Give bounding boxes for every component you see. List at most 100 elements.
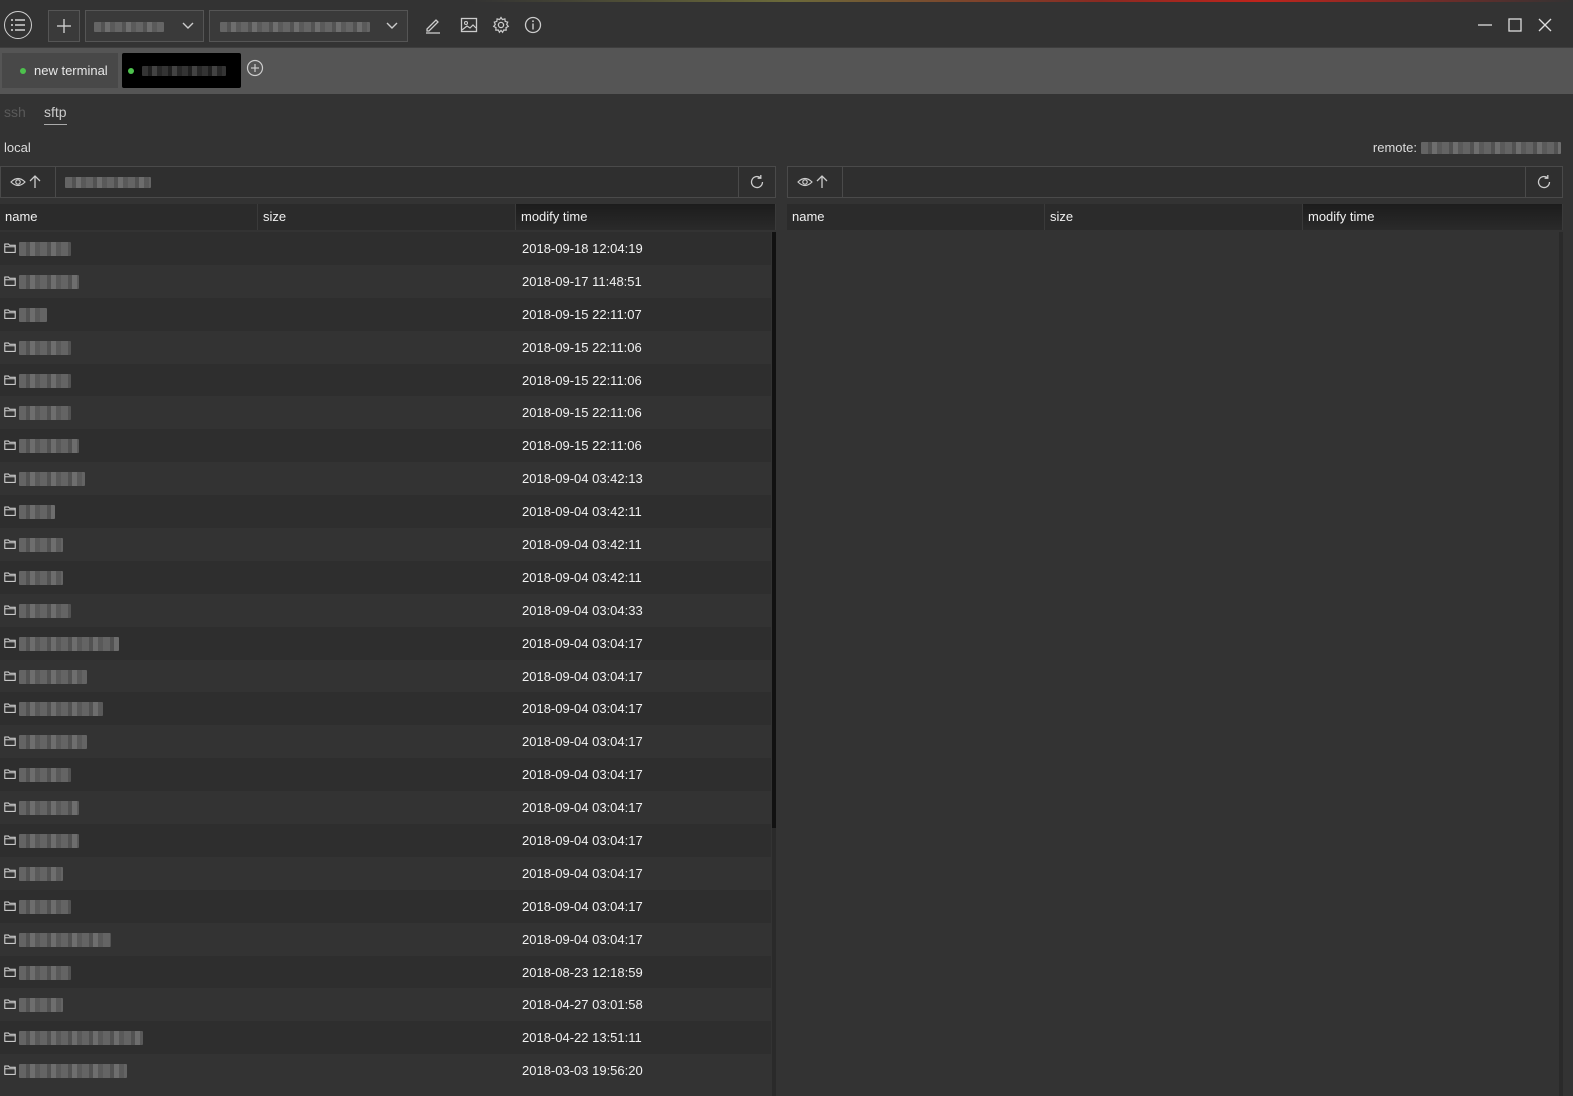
- file-name: [19, 373, 71, 388]
- table-row[interactable]: 2018-09-15 22:11:07: [0, 297, 771, 331]
- remote-label-group: remote:: [1373, 140, 1561, 155]
- folder-icon: [4, 1032, 16, 1043]
- file-name: [19, 1031, 143, 1046]
- file-modify-time: 2018-04-27 03:01:58: [522, 997, 643, 1013]
- table-row[interactable]: 2018-09-15 22:11:06: [0, 429, 771, 463]
- table-row[interactable]: 2018-09-04 03:04:17: [0, 791, 771, 825]
- folder-icon: [4, 243, 16, 253]
- folder-icon: [4, 802, 16, 813]
- minimize-button[interactable]: [1475, 15, 1495, 35]
- tab-sftp[interactable]: sftp: [44, 104, 67, 125]
- column-header-name[interactable]: name: [787, 204, 1045, 230]
- file-modify-time: 2018-09-17 11:48:51: [522, 273, 642, 289]
- add-tab-button[interactable]: [246, 59, 264, 77]
- local-path-tools: [1, 167, 56, 197]
- file-modify-time: 2018-09-04 03:42:11: [522, 504, 642, 520]
- file-modify-time: 2018-09-04 03:42:11: [522, 569, 642, 585]
- table-row[interactable]: 2018-04-27 03:01:58: [0, 988, 771, 1022]
- table-row[interactable]: 2018-04-22 13:51:11: [0, 1021, 771, 1055]
- maximize-button[interactable]: [1505, 15, 1525, 35]
- file-name: [19, 702, 103, 717]
- file-name: [19, 307, 47, 322]
- table-row[interactable]: 2018-09-04 03:04:17: [0, 626, 771, 660]
- table-row[interactable]: 2018-09-04 03:04:17: [0, 692, 771, 726]
- go-parent-button[interactable]: [28, 175, 42, 189]
- folder-icon: [4, 440, 16, 451]
- column-header-name[interactable]: name: [0, 204, 258, 230]
- mode-tabs: ssh sftp: [0, 94, 1573, 134]
- settings-button[interactable]: [491, 15, 511, 35]
- status-dot: [128, 67, 134, 74]
- info-button[interactable]: [523, 15, 543, 35]
- folder-icon: [4, 868, 16, 878]
- file-name: [19, 932, 111, 947]
- tab-new-terminal[interactable]: new terminal: [2, 53, 118, 88]
- table-row[interactable]: 2018-09-17 11:48:51: [0, 264, 771, 298]
- local-scrollbar[interactable]: [772, 232, 776, 828]
- table-row[interactable]: 2018-09-04 03:42:11: [0, 495, 771, 529]
- table-row[interactable]: 2018-09-04 03:42:11: [0, 528, 771, 561]
- image-button[interactable]: [459, 15, 479, 35]
- tab-ssh[interactable]: ssh: [4, 104, 26, 120]
- column-header-size[interactable]: size: [1045, 204, 1303, 230]
- column-header-modify-time[interactable]: modify time: [516, 204, 776, 230]
- file-name: [19, 768, 71, 783]
- file-modify-time: 2018-09-18 12:04:19: [522, 240, 643, 256]
- table-row[interactable]: 2018-09-04 03:04:17: [0, 856, 771, 890]
- edit-icon: [426, 19, 440, 34]
- table-row[interactable]: 2018-09-04 03:04:17: [0, 922, 771, 956]
- file-name: [19, 439, 79, 454]
- table-row[interactable]: 2018-09-04 03:04:33: [0, 593, 771, 627]
- file-modify-time: 2018-09-04 03:04:33: [522, 602, 643, 618]
- add-bookmark-button[interactable]: [48, 10, 80, 42]
- gear-icon: [492, 16, 510, 34]
- local-refresh-button[interactable]: [738, 167, 775, 197]
- close-window-button[interactable]: [1535, 15, 1555, 35]
- table-row[interactable]: 2018-09-04 03:04:17: [0, 659, 771, 693]
- file-modify-time: 2018-09-04 03:04:17: [522, 701, 643, 717]
- table-row[interactable]: 2018-03-03 19:56:20: [0, 1054, 771, 1088]
- file-modify-time: 2018-09-04 03:04:17: [522, 898, 643, 914]
- tab-active-session[interactable]: [122, 53, 241, 88]
- column-header-modify-time[interactable]: modify time: [1303, 204, 1563, 230]
- folder-icon: [4, 309, 16, 319]
- folder-icon: [4, 736, 16, 747]
- local-path-input[interactable]: [57, 167, 737, 197]
- remote-path-input[interactable]: [844, 167, 1524, 197]
- file-modify-time: 2018-09-04 03:04:17: [522, 734, 643, 750]
- toggle-hidden-button[interactable]: [797, 175, 813, 189]
- edit-button[interactable]: [423, 15, 443, 35]
- table-row[interactable]: 2018-09-04 03:04:17: [0, 758, 771, 792]
- table-row[interactable]: 2018-09-15 22:11:06: [0, 363, 771, 397]
- go-parent-button[interactable]: [815, 175, 829, 189]
- file-name: [19, 669, 87, 684]
- table-row[interactable]: 2018-09-04 03:42:13: [0, 462, 771, 496]
- bookmark-select[interactable]: [85, 10, 204, 42]
- table-row[interactable]: 2018-09-18 12:04:19: [0, 232, 771, 265]
- table-row[interactable]: 2018-08-23 12:18:59: [0, 955, 771, 989]
- table-row[interactable]: 2018-09-15 22:11:06: [0, 396, 771, 430]
- table-row[interactable]: 2018-09-04 03:04:17: [0, 725, 771, 759]
- history-select[interactable]: [209, 10, 408, 42]
- menu-button[interactable]: [4, 11, 32, 39]
- file-modify-time: 2018-09-15 22:11:06: [522, 405, 642, 421]
- table-row[interactable]: 2018-09-15 22:11:06: [0, 330, 771, 364]
- file-modify-time: 2018-09-04 03:04:17: [522, 767, 643, 783]
- file-modify-time: 2018-09-15 22:11:07: [522, 306, 642, 322]
- maximize-icon: [1508, 18, 1522, 32]
- toggle-hidden-button[interactable]: [10, 175, 26, 189]
- local-path-bar: [0, 166, 776, 198]
- folder-icon: [4, 1065, 16, 1076]
- plus-icon: [57, 19, 71, 33]
- file-modify-time: 2018-09-15 22:11:06: [522, 339, 642, 355]
- file-name: [19, 603, 71, 618]
- table-row[interactable]: 2018-09-04 03:42:11: [0, 560, 771, 594]
- column-header-size[interactable]: size: [258, 204, 516, 230]
- file-modify-time: 2018-09-15 22:11:06: [522, 372, 642, 388]
- session-tab-bar: new terminal: [0, 48, 1573, 94]
- table-row[interactable]: 2018-09-04 03:04:17: [0, 889, 771, 923]
- file-name: [19, 965, 71, 980]
- remote-refresh-button[interactable]: [1525, 167, 1562, 197]
- table-row[interactable]: 2018-09-04 03:04:17: [0, 824, 771, 857]
- local-label: local: [4, 140, 31, 155]
